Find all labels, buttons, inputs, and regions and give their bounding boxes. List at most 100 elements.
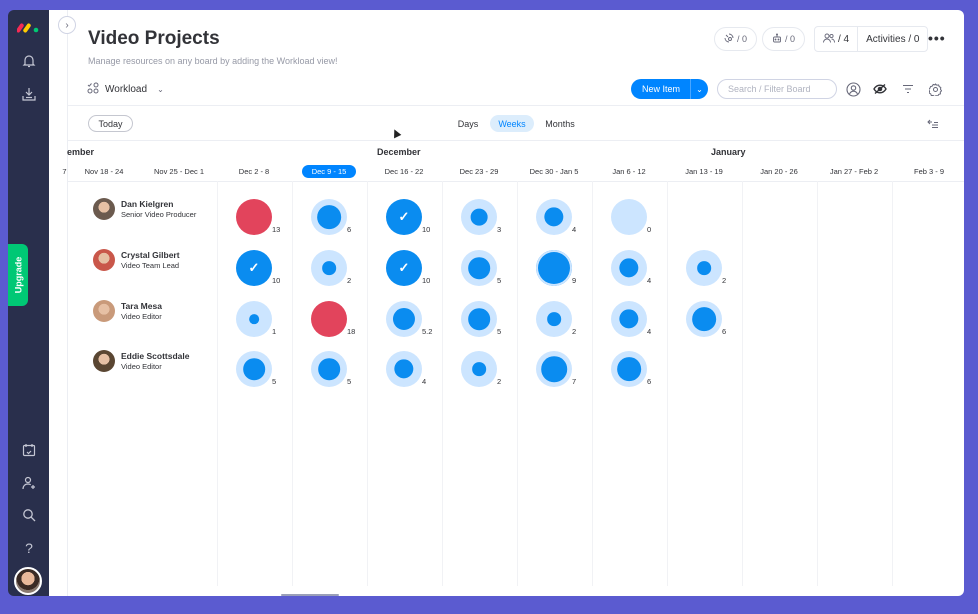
week-label-text: Nov 25 - Dec 1	[153, 167, 205, 176]
workload-value: 3	[497, 225, 502, 234]
workload-bubble[interactable]	[536, 301, 572, 337]
column-divider	[291, 181, 293, 586]
workload-bubble[interactable]	[461, 199, 497, 235]
integrations-button[interactable]: / 0	[714, 27, 757, 51]
people-icon	[823, 33, 835, 46]
add-user-icon[interactable]	[19, 473, 39, 493]
expand-sidebar-button[interactable]: ›	[58, 16, 76, 34]
column-divider	[441, 181, 443, 586]
workload-fill	[249, 314, 259, 324]
week-label: Dec 16 - 22	[367, 167, 442, 176]
workload-bubble[interactable]	[236, 301, 272, 337]
person-row-header[interactable]: Crystal Gilbert Video Team Lead	[93, 249, 180, 271]
week-label-text: Dec 2 - 8	[238, 167, 270, 176]
workload-value: 13	[272, 225, 281, 234]
page-subtitle: Manage resources on any board by adding …	[88, 56, 338, 66]
week-label-text: Feb 3 - 9	[913, 167, 944, 176]
week-label-text: Dec 9 - 15	[301, 165, 357, 178]
workload-fill	[468, 308, 490, 330]
week-label-text: Dec 30 - Jan 5	[529, 167, 579, 176]
person-role: Video Editor	[121, 312, 162, 321]
person-row-header[interactable]: Eddie Scottsdale Video Editor	[93, 350, 190, 372]
view-selector[interactable]: Workload ⌄	[87, 82, 164, 97]
workload-value: 0	[647, 225, 652, 234]
workload-fill	[317, 205, 341, 229]
search-icon[interactable]	[19, 505, 39, 525]
person-role: Senior Video Producer	[121, 210, 197, 219]
workload-bubble[interactable]	[311, 199, 347, 235]
scale-days[interactable]: Days	[449, 115, 487, 132]
more-options-icon[interactable]: •••	[928, 30, 946, 46]
workload-fill	[619, 258, 639, 278]
activities-button[interactable]: Activities / 0	[858, 27, 927, 51]
column-divider	[216, 181, 218, 586]
workload-bubble[interactable]	[686, 301, 722, 337]
settings-icon[interactable]	[926, 80, 944, 98]
download-icon[interactable]	[19, 84, 39, 104]
scale-months[interactable]: Months	[539, 115, 581, 132]
workload-value: 2	[497, 377, 502, 386]
workload-bubble-overloaded[interactable]	[311, 301, 347, 337]
person-role: Video Editor	[121, 362, 162, 371]
workload-bubble[interactable]	[386, 301, 422, 337]
workload-value: 18	[347, 327, 356, 336]
hide-icon[interactable]	[871, 80, 889, 98]
person-filter-icon[interactable]	[844, 80, 862, 98]
workload-bubble-full[interactable]: ✓	[386, 250, 422, 286]
workload-bubble[interactable]	[386, 351, 422, 387]
workload-bubble[interactable]	[686, 250, 722, 286]
horizontal-scrollbar[interactable]	[281, 594, 339, 596]
week-label-text: Jan 13 - 19	[685, 167, 723, 176]
bell-icon[interactable]	[19, 51, 39, 71]
workload-value: 10	[422, 225, 431, 234]
monday-logo[interactable]	[17, 20, 41, 34]
week-label: Dec 30 - Jan 5	[517, 167, 592, 176]
calendar-icon[interactable]	[19, 440, 39, 460]
workload-bubble[interactable]	[461, 351, 497, 387]
workload-bubble[interactable]	[461, 250, 497, 286]
workload-fill	[394, 359, 414, 379]
person-row-header[interactable]: Tara Mesa Video Editor	[93, 300, 162, 322]
automations-count: / 0	[784, 34, 795, 44]
week-label: Dec 2 - 8	[217, 167, 292, 176]
integrations-icon	[724, 33, 734, 45]
workload-value: 10	[422, 276, 431, 285]
search-input[interactable]	[717, 79, 837, 99]
workload-fill	[392, 307, 416, 331]
new-item-label: New Item	[642, 84, 681, 94]
help-icon[interactable]: ?	[19, 538, 39, 558]
today-button[interactable]: Today	[88, 115, 133, 132]
workload-bubble[interactable]	[611, 199, 647, 235]
workload-bubble[interactable]	[461, 301, 497, 337]
workload-bubble[interactable]	[611, 351, 647, 387]
person-row-header[interactable]: Dan Kielgren Senior Video Producer	[93, 198, 196, 220]
upgrade-button[interactable]: Upgrade	[8, 244, 28, 306]
week-label-text: Dec 16 - 22	[384, 167, 424, 176]
workload-bubble[interactable]	[311, 351, 347, 387]
workload-bubble-full[interactable]: ✓	[386, 199, 422, 235]
automations-button[interactable]: / 0	[762, 27, 805, 51]
person-name: Dan Kielgren	[121, 199, 174, 209]
workload-bubble-full[interactable]: ✓	[236, 250, 272, 286]
workload-bubble[interactable]	[536, 199, 572, 235]
workload-value: 2	[722, 276, 727, 285]
members-button[interactable]: / 4	[815, 27, 857, 51]
workload-bubble-overloaded[interactable]	[236, 199, 272, 235]
workload-bubble[interactable]	[611, 301, 647, 337]
user-avatar[interactable]	[14, 567, 42, 595]
workload-value: 5	[272, 377, 277, 386]
workload-bubble[interactable]	[536, 250, 572, 286]
scale-weeks[interactable]: Weeks	[490, 115, 534, 132]
new-item-button[interactable]: New Item ⌄	[631, 79, 708, 99]
divider	[68, 105, 964, 106]
person-info: Eddie Scottsdale Video Editor	[121, 351, 190, 371]
workload-bubble[interactable]	[611, 250, 647, 286]
person-name: Crystal Gilbert	[121, 250, 180, 260]
workload-bubble[interactable]	[536, 351, 572, 387]
avatar	[93, 249, 115, 271]
workload-bubble[interactable]	[311, 250, 347, 286]
workload-bubble[interactable]	[236, 351, 272, 387]
chevron-down-icon[interactable]: ⌄	[690, 79, 708, 99]
collapse-rows-icon[interactable]	[927, 116, 939, 134]
filter-icon[interactable]	[899, 80, 917, 98]
